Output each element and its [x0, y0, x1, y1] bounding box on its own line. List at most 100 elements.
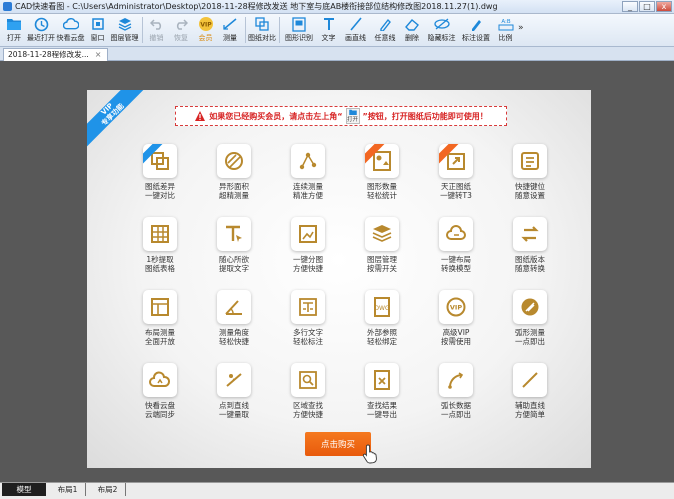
- area-search-icon: [299, 371, 317, 389]
- document-tab[interactable]: 2018-11-28程修改发... ×: [3, 48, 109, 61]
- feature-card[interactable]: [439, 217, 473, 251]
- window-title: CAD快速看图 - C:\Users\Administrator\Desktop…: [15, 2, 498, 11]
- feature-title: 随心所欲: [219, 255, 249, 264]
- feature-card[interactable]: DWG: [365, 290, 399, 324]
- toolbar-scale-button[interactable]: A:B 比例: [494, 14, 518, 46]
- window-icon: [90, 16, 106, 32]
- feature-item[interactable]: 异形面积 超精测量: [197, 144, 271, 217]
- feature-card[interactable]: [291, 217, 325, 251]
- feature-item[interactable]: 天正图纸 一键转T3: [419, 144, 493, 217]
- feature-card[interactable]: [291, 290, 325, 324]
- toolbar-measure-button[interactable]: 测量: [218, 14, 242, 46]
- feature-card[interactable]: [513, 290, 547, 324]
- feature-item[interactable]: VIP 高级VIP 按需使用: [419, 290, 493, 363]
- toolbar-annotation-settings-button[interactable]: 标注设置: [459, 14, 493, 46]
- feature-card[interactable]: [143, 363, 177, 397]
- feature-card[interactable]: [365, 363, 399, 397]
- close-window-button[interactable]: x: [656, 0, 672, 12]
- feature-card[interactable]: [217, 290, 251, 324]
- feature-item[interactable]: 点到直线 一键量取: [197, 363, 271, 436]
- eraser-icon: [404, 16, 420, 32]
- close-tab-icon[interactable]: ×: [95, 49, 102, 61]
- feature-card[interactable]: [217, 363, 251, 397]
- toolbar-freeline-button[interactable]: 任意线: [371, 14, 400, 46]
- feature-card[interactable]: [143, 290, 177, 324]
- toolbar-compare-button[interactable]: 图纸对比: [248, 14, 277, 46]
- toolbar-layers-button[interactable]: 图层管理: [110, 14, 139, 46]
- feature-item[interactable]: 快捷键位 随意设置: [493, 144, 567, 217]
- toolbar-open-button[interactable]: 打开: [2, 14, 26, 46]
- feature-item[interactable]: 弧长数据 一点即出: [419, 363, 493, 436]
- feature-item[interactable]: 一键分图 方便快捷: [271, 217, 345, 290]
- toolbar-cloud-button[interactable]: 快看云盘: [56, 14, 85, 46]
- undo-icon: [149, 16, 165, 32]
- feature-card[interactable]: [143, 144, 177, 178]
- toolbar-vip-button[interactable]: VIP 会员: [194, 14, 218, 46]
- tab-layout-2[interactable]: 布局2: [90, 483, 126, 496]
- feature-card[interactable]: [513, 363, 547, 397]
- maximize-button[interactable]: □: [639, 0, 655, 12]
- toolbar-separator: [141, 17, 143, 43]
- feature-item[interactable]: 图纸差异 一键对比: [123, 144, 197, 217]
- feature-card[interactable]: [143, 217, 177, 251]
- toolbar-delete-button[interactable]: 删除: [400, 14, 424, 46]
- feature-card[interactable]: [365, 217, 399, 251]
- toolbar-undo-button[interactable]: 撤销: [145, 14, 169, 46]
- tab-model[interactable]: 模型: [2, 483, 46, 496]
- feature-item[interactable]: DWG 外部参照 轻松绑定: [345, 290, 419, 363]
- feature-item[interactable]: 1秒提取 图纸表格: [123, 217, 197, 290]
- feature-subtitle: 图纸表格: [145, 264, 175, 273]
- toolbar-recent-button[interactable]: 最近打开: [27, 14, 56, 46]
- layout-measure-icon: [151, 298, 169, 316]
- feature-subtitle: 一键导出: [367, 410, 397, 419]
- feature-item[interactable]: 测量角度 轻松快捷: [197, 290, 271, 363]
- feature-item[interactable]: 图纸版本 随意转换: [493, 217, 567, 290]
- notice-open-button-image: 打开: [345, 108, 360, 124]
- feature-title: 图形数量: [367, 182, 397, 191]
- toolbar-overflow-button[interactable]: »: [518, 14, 528, 42]
- feature-item[interactable]: 区域查找 方便快捷: [271, 363, 345, 436]
- feature-title: 弧长数据: [441, 401, 471, 410]
- feature-subtitle: 一键转T3: [440, 191, 472, 200]
- feature-title: 一键分图: [293, 255, 323, 264]
- feature-title: 图纸差异: [145, 182, 175, 191]
- toolbar-recognize-button[interactable]: 图形识别: [282, 14, 316, 46]
- feature-card[interactable]: [365, 144, 399, 178]
- feature-card[interactable]: [439, 144, 473, 178]
- feature-card[interactable]: [439, 363, 473, 397]
- feature-card[interactable]: [217, 144, 251, 178]
- feature-item[interactable]: 连续测量 精准方便: [271, 144, 345, 217]
- feature-item[interactable]: 布局测量 全面开放: [123, 290, 197, 363]
- feature-subtitle: 按需开关: [367, 264, 397, 273]
- feature-item[interactable]: 多行文字 轻松标注: [271, 290, 345, 363]
- feature-card[interactable]: VIP: [439, 290, 473, 324]
- toolbar-redo-button[interactable]: 恢复: [169, 14, 193, 46]
- feature-item[interactable]: 查找结果 一键导出: [345, 363, 419, 436]
- feature-title: 一键布局: [441, 255, 471, 264]
- table-extract-icon: [151, 225, 169, 243]
- feature-item[interactable]: 图层管理 按需开关: [345, 217, 419, 290]
- feature-item[interactable]: 一键布局 转换模型: [419, 217, 493, 290]
- feature-title: 快看云盘: [145, 401, 175, 410]
- toolbar-hide-annotation-button[interactable]: 隐藏标注: [425, 14, 459, 46]
- toolbar-line-button[interactable]: 画直线: [341, 14, 370, 46]
- feature-item[interactable]: 弧形测量 一点即出: [493, 290, 567, 363]
- feature-card[interactable]: [513, 217, 547, 251]
- minimize-button[interactable]: _: [622, 0, 638, 12]
- feature-subtitle: 随意设置: [515, 191, 545, 200]
- document-tab-label: 2018-11-28程修改发...: [8, 50, 89, 59]
- feature-item[interactable]: 辅助直线 方便简单: [493, 363, 567, 436]
- feature-card[interactable]: [291, 363, 325, 397]
- feature-item[interactable]: 图形数量 轻松统计: [345, 144, 419, 217]
- feature-card[interactable]: [513, 144, 547, 178]
- toolbar-text-button[interactable]: 文字: [317, 14, 341, 46]
- feature-subtitle: 一点即出: [441, 410, 471, 419]
- layers-icon: [117, 16, 133, 32]
- feature-card[interactable]: [217, 217, 251, 251]
- feature-card[interactable]: [291, 144, 325, 178]
- tab-layout-1[interactable]: 布局1: [50, 483, 86, 496]
- feature-item[interactable]: 随心所欲 提取文字: [197, 217, 271, 290]
- toolbar-window-button[interactable]: 窗口: [86, 14, 110, 46]
- aux-line-icon: [522, 372, 538, 388]
- feature-item[interactable]: 快看云盘 云端同步: [123, 363, 197, 436]
